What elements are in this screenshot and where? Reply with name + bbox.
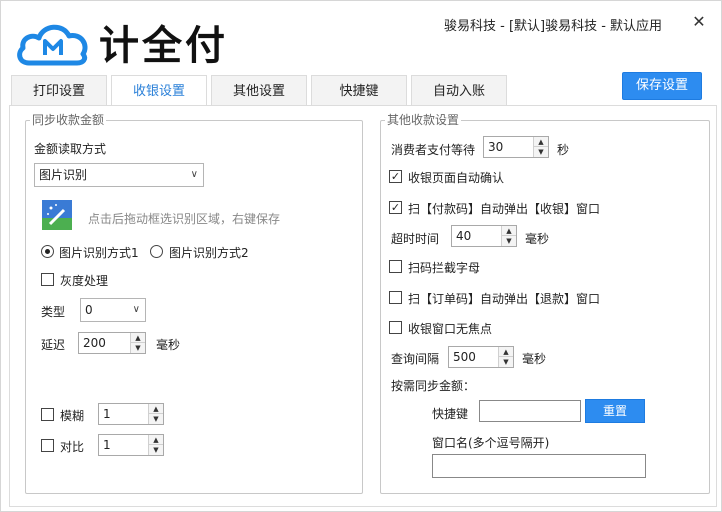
image-recognition-2-radio[interactable] bbox=[150, 245, 163, 258]
timeout-label: 超时时间 bbox=[391, 232, 440, 246]
app-window: 计全付 骏易科技 - [默认]骏易科技 - 默认应用 ✕ 打印设置 收银设置 其… bbox=[0, 0, 722, 512]
type-select[interactable]: 0 ∨ bbox=[80, 298, 146, 322]
wait-value: 30 bbox=[488, 140, 504, 154]
window-name-label: 窗口名(多个逗号隔开) bbox=[432, 436, 550, 450]
timeout-stepper[interactable]: 40 ▲ ▼ bbox=[451, 225, 517, 247]
tab-auto-posting[interactable]: 自动入账 bbox=[411, 75, 507, 107]
read-method-value: 图片识别 bbox=[39, 168, 88, 182]
increment-icon[interactable]: ▲ bbox=[131, 333, 145, 343]
wait-label: 消费者支付等待 bbox=[391, 143, 476, 157]
contrast-value: 1 bbox=[103, 438, 111, 452]
brand-name: 计全付 bbox=[99, 23, 228, 69]
image-recognition-1-label: 图片识别方式1 bbox=[59, 246, 139, 260]
query-interval-label: 查询间隔 bbox=[391, 352, 440, 366]
timeout-unit: 毫秒 bbox=[525, 232, 550, 246]
contrast-label: 对比 bbox=[60, 440, 85, 454]
other-payment-legend: 其他收款设置 bbox=[385, 113, 462, 128]
increment-icon[interactable]: ▲ bbox=[499, 347, 513, 357]
blur-value: 1 bbox=[103, 407, 111, 421]
chevron-down-icon: ∨ bbox=[132, 304, 140, 315]
hotkey-label: 快捷键 bbox=[432, 407, 469, 421]
tab-other-settings[interactable]: 其他设置 bbox=[211, 75, 307, 107]
no-focus-checkbox[interactable] bbox=[389, 321, 402, 334]
read-method-select[interactable]: 图片识别 ∨ bbox=[34, 163, 204, 187]
reset-button[interactable]: 重置 bbox=[585, 399, 645, 423]
decrement-icon[interactable]: ▼ bbox=[149, 414, 163, 424]
query-interval-value: 500 bbox=[453, 350, 476, 364]
query-interval-stepper[interactable]: 500 ▲ ▼ bbox=[448, 346, 514, 368]
close-icon[interactable]: ✕ bbox=[689, 12, 709, 32]
tab-hotkeys[interactable]: 快捷键 bbox=[311, 75, 407, 107]
stepper-arrows: ▲ ▼ bbox=[130, 333, 145, 353]
blur-label: 模糊 bbox=[60, 409, 85, 423]
increment-icon[interactable]: ▲ bbox=[534, 137, 548, 147]
timeout-value: 40 bbox=[456, 229, 472, 243]
window-name-input[interactable] bbox=[432, 454, 646, 478]
sync-amount-group: 同步收款金额 金额读取方式 图片识别 ∨ 点击后拖动框选识别区域，右键保存 图片… bbox=[25, 113, 363, 494]
tab-print-settings[interactable]: 打印设置 bbox=[11, 75, 107, 107]
other-payment-group: 其他收款设置 消费者支付等待 30 ▲ ▼ 秒 ✓ 收银页面自动确认 ✓ 扫【付… bbox=[380, 113, 710, 494]
scan-order-label: 扫【订单码】自动弹出【退款】窗口 bbox=[408, 292, 601, 306]
stepper-arrows: ▲ ▼ bbox=[498, 347, 513, 367]
wait-stepper[interactable]: 30 ▲ ▼ bbox=[483, 136, 549, 158]
delay-label: 延迟 bbox=[41, 338, 66, 352]
decrement-icon[interactable]: ▼ bbox=[534, 147, 548, 157]
scan-pay-label: 扫【付款码】自动弹出【收银】窗口 bbox=[408, 202, 601, 216]
hotkey-input[interactable] bbox=[479, 400, 581, 422]
delay-unit: 毫秒 bbox=[156, 338, 181, 352]
contrast-stepper[interactable]: 1 ▲ ▼ bbox=[98, 434, 164, 456]
decrement-icon[interactable]: ▼ bbox=[131, 343, 145, 353]
intercept-letters-label: 扫码拦截字母 bbox=[408, 261, 481, 275]
sync-amount-legend: 同步收款金额 bbox=[30, 113, 107, 128]
increment-icon[interactable]: ▲ bbox=[502, 226, 516, 236]
stepper-arrows: ▲ ▼ bbox=[533, 137, 548, 157]
grayscale-checkbox[interactable] bbox=[41, 273, 54, 286]
chevron-down-icon: ∨ bbox=[190, 169, 198, 180]
auto-confirm-label: 收银页面自动确认 bbox=[408, 171, 505, 185]
decrement-icon[interactable]: ▼ bbox=[502, 236, 516, 246]
tab-content-panel: 同步收款金额 金额读取方式 图片识别 ∨ 点击后拖动框选识别区域，右键保存 图片… bbox=[9, 105, 717, 507]
contrast-checkbox[interactable] bbox=[41, 439, 54, 452]
stepper-arrows: ▲ ▼ bbox=[148, 435, 163, 455]
grayscale-label: 灰度处理 bbox=[60, 274, 109, 288]
tab-cashier-settings[interactable]: 收银设置 bbox=[111, 75, 207, 107]
type-value: 0 bbox=[85, 303, 93, 317]
blur-checkbox[interactable] bbox=[41, 408, 54, 421]
intercept-letters-checkbox[interactable] bbox=[389, 260, 402, 273]
increment-icon[interactable]: ▲ bbox=[149, 404, 163, 414]
read-method-label: 金额读取方式 bbox=[34, 142, 107, 156]
sync-on-demand-label: 按需同步金额： bbox=[391, 379, 476, 393]
decrement-icon[interactable]: ▼ bbox=[149, 445, 163, 455]
increment-icon[interactable]: ▲ bbox=[149, 435, 163, 445]
blur-stepper[interactable]: 1 ▲ ▼ bbox=[98, 403, 164, 425]
query-interval-unit: 毫秒 bbox=[522, 352, 547, 366]
save-settings-button[interactable]: 保存设置 bbox=[622, 72, 702, 100]
scan-order-checkbox[interactable] bbox=[389, 291, 402, 304]
window-title: 骏易科技 - [默认]骏易科技 - 默认应用 bbox=[444, 19, 663, 34]
image-recognition-2-label: 图片识别方式2 bbox=[169, 246, 249, 260]
type-label: 类型 bbox=[41, 305, 66, 319]
stepper-arrows: ▲ ▼ bbox=[148, 404, 163, 424]
delay-value: 200 bbox=[83, 336, 106, 350]
region-select-hint: 点击后拖动框选识别区域，右键保存 bbox=[88, 212, 281, 226]
scan-pay-checkbox[interactable]: ✓ bbox=[389, 201, 402, 214]
delay-stepper[interactable]: 200 ▲ ▼ bbox=[78, 332, 146, 354]
auto-confirm-checkbox[interactable]: ✓ bbox=[389, 170, 402, 183]
stepper-arrows: ▲ ▼ bbox=[501, 226, 516, 246]
decrement-icon[interactable]: ▼ bbox=[499, 357, 513, 367]
magic-wand-icon[interactable] bbox=[42, 200, 72, 230]
no-focus-label: 收银窗口无焦点 bbox=[408, 322, 493, 336]
image-recognition-1-radio[interactable] bbox=[41, 245, 54, 258]
cloud-logo-icon bbox=[17, 24, 88, 66]
wait-unit: 秒 bbox=[557, 143, 570, 157]
